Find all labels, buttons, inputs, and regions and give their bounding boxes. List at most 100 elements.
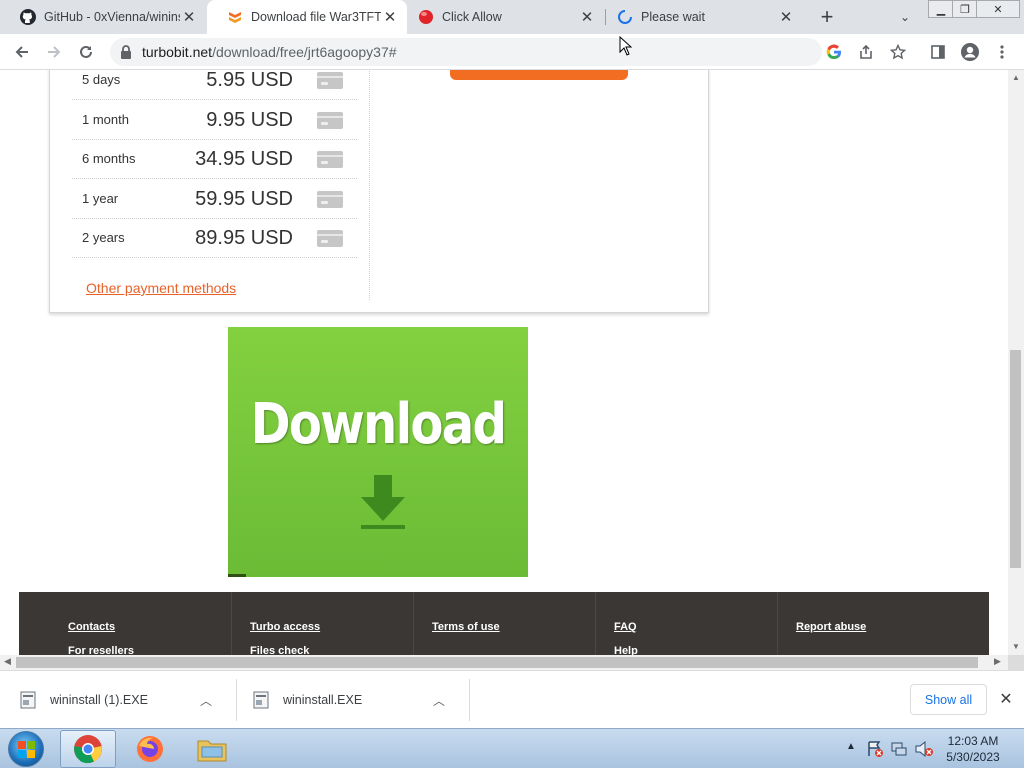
tab-title: Please wait <box>641 10 705 24</box>
tab-turbobit[interactable]: Download file War3TFT_1 ✕ <box>207 0 407 34</box>
taskbar-chrome[interactable] <box>60 730 116 768</box>
google-icon[interactable] <box>822 40 846 64</box>
credit-card-icon[interactable] <box>317 112 343 129</box>
close-tab-icon[interactable]: ✕ <box>381 8 399 26</box>
chevron-up-icon[interactable]: ︿ <box>200 692 212 709</box>
download-banner-button[interactable]: Download <box>228 327 528 577</box>
scroll-right-arrow-icon[interactable]: ▶ <box>994 656 1001 667</box>
price-row[interactable]: 1 year 59.95 USD <box>72 179 357 219</box>
price-amount: 9.95 USD <box>206 109 293 131</box>
panel-divider <box>369 70 370 300</box>
tab-github[interactable]: GitHub - 0xVienna/winins ✕ <box>0 0 206 34</box>
footer-link-contacts[interactable]: Contacts <box>68 621 115 633</box>
minimize-window-button[interactable]: ▁ <box>928 0 954 18</box>
exe-file-icon <box>253 691 269 709</box>
close-tab-icon[interactable]: ✕ <box>777 8 795 26</box>
footer-link-terms-of-use[interactable]: Terms of use <box>432 621 500 633</box>
footer-link-help[interactable]: Help <box>614 645 638 655</box>
page-viewport: 5 days 5.95 USD 1 month 9.95 USD 6 month… <box>0 70 1008 655</box>
credit-card-icon[interactable] <box>317 230 343 247</box>
tab-title: GitHub - 0xVienna/winins <box>44 10 180 24</box>
loading-spinner-icon <box>617 9 633 25</box>
bookmark-star-icon[interactable] <box>886 40 910 64</box>
new-tab-button[interactable]: + <box>815 4 839 29</box>
credit-card-icon[interactable] <box>317 72 343 89</box>
scroll-left-arrow-icon[interactable]: ◀ <box>4 656 11 667</box>
banner-corner-mark <box>228 574 246 577</box>
taskbar-file-explorer[interactable] <box>184 730 240 768</box>
price-row[interactable]: 5 days 5.95 USD <box>72 70 357 100</box>
horizontal-scroll-thumb[interactable] <box>16 657 978 668</box>
scroll-down-arrow-icon[interactable]: ▼ <box>1012 642 1020 651</box>
vertical-scroll-thumb[interactable] <box>1010 350 1021 568</box>
credit-card-icon[interactable] <box>317 191 343 208</box>
lock-icon[interactable] <box>120 44 134 60</box>
firefox-icon <box>137 736 163 762</box>
price-period: 1 year <box>82 191 119 206</box>
side-panel-icon[interactable] <box>926 40 950 64</box>
footer-link-turbo-access[interactable]: Turbo access <box>250 621 320 633</box>
chevron-up-icon[interactable]: ︿ <box>433 692 445 709</box>
red-ball-icon <box>418 9 434 25</box>
menu-kebab-icon[interactable] <box>990 40 1014 64</box>
close-tab-icon[interactable]: ✕ <box>578 8 596 26</box>
tab-please-wait[interactable]: Please wait ✕ <box>597 0 803 34</box>
footer-link-files-check[interactable]: Files check <box>250 645 309 655</box>
reload-icon[interactable] <box>74 40 98 64</box>
close-window-button[interactable]: ✕ <box>976 0 1020 18</box>
download-item[interactable]: wininstall (1).EXE ︿ <box>20 671 212 729</box>
mouse-cursor-icon <box>619 36 633 56</box>
show-all-button[interactable]: Show all <box>910 684 987 715</box>
download-banner-label: Download <box>250 392 507 457</box>
volume-muted-icon[interactable] <box>914 740 934 758</box>
horizontal-scrollbar[interactable]: ◀ ▶ <box>0 655 1008 670</box>
tab-title: Click Allow <box>442 10 502 24</box>
profile-avatar-icon[interactable] <box>958 40 982 64</box>
windows-logo-icon <box>18 741 35 758</box>
scroll-up-arrow-icon[interactable]: ▲ <box>1012 73 1020 82</box>
orange-action-button[interactable] <box>450 70 628 80</box>
footer-link-faq[interactable]: FAQ <box>614 621 637 633</box>
download-arrow-icon <box>361 475 405 529</box>
taskbar-clock[interactable]: 12:03 AM 5/30/2023 <box>940 733 1006 765</box>
close-tab-icon[interactable]: ✕ <box>180 8 198 26</box>
network-icon[interactable] <box>890 740 908 758</box>
tab-strip: GitHub - 0xVienna/winins ✕ Download file… <box>0 0 1024 34</box>
price-period: 5 days <box>82 72 121 87</box>
price-amount: 59.95 USD <box>195 188 293 210</box>
forward-arrow-icon[interactable] <box>42 40 66 64</box>
folder-icon <box>197 740 227 762</box>
show-hidden-icons-chevron-icon[interactable]: ▲ <box>846 741 856 752</box>
footer-link-for-resellers[interactable]: For resellers <box>68 645 134 655</box>
price-row[interactable]: 1 month 9.95 USD <box>72 100 357 140</box>
download-shelf: wininstall (1).EXE ︿ wininstall.EXE ︿ Sh… <box>0 670 1024 728</box>
clock-time: 12:03 AM <box>947 734 999 748</box>
vertical-scrollbar[interactable]: ▲ ▼ <box>1008 70 1024 655</box>
price-amount: 89.95 USD <box>195 227 293 249</box>
tab-click-allow[interactable]: Click Allow ✕ <box>398 0 604 34</box>
download-item[interactable]: wininstall.EXE ︿ <box>253 671 445 729</box>
taskbar-firefox[interactable] <box>122 730 178 768</box>
action-center-flag-icon[interactable] <box>866 740 884 758</box>
back-arrow-icon[interactable] <box>10 40 34 64</box>
chrome-icon <box>74 735 102 764</box>
site-footer: Contacts For resellers Turbo access File… <box>19 592 989 655</box>
github-icon <box>20 9 36 25</box>
turbobit-icon <box>227 9 243 25</box>
tab-search-chevron-icon[interactable]: ⌄ <box>895 7 915 27</box>
price-amount: 5.95 USD <box>206 70 293 91</box>
start-button[interactable] <box>8 731 44 767</box>
price-row[interactable]: 6 months 34.95 USD <box>72 139 357 179</box>
price-row[interactable]: 2 years 89.95 USD <box>72 218 357 258</box>
footer-link-report-abuse[interactable]: Report abuse <box>796 621 866 633</box>
close-shelf-icon[interactable]: ✕ <box>997 690 1015 708</box>
restore-window-button[interactable]: ❐ <box>952 0 978 18</box>
share-icon[interactable] <box>854 40 878 64</box>
address-bar[interactable]: turbobit.net/download/free/jrt6agoopy37# <box>110 38 822 66</box>
credit-card-icon[interactable] <box>317 151 343 168</box>
download-filename: wininstall.EXE <box>283 693 363 707</box>
other-payment-methods-link[interactable]: Other payment methods <box>86 280 236 296</box>
screen: GitHub - 0xVienna/winins ✕ Download file… <box>0 0 1024 768</box>
price-period: 1 month <box>82 112 129 127</box>
price-period: 6 months <box>82 151 136 166</box>
